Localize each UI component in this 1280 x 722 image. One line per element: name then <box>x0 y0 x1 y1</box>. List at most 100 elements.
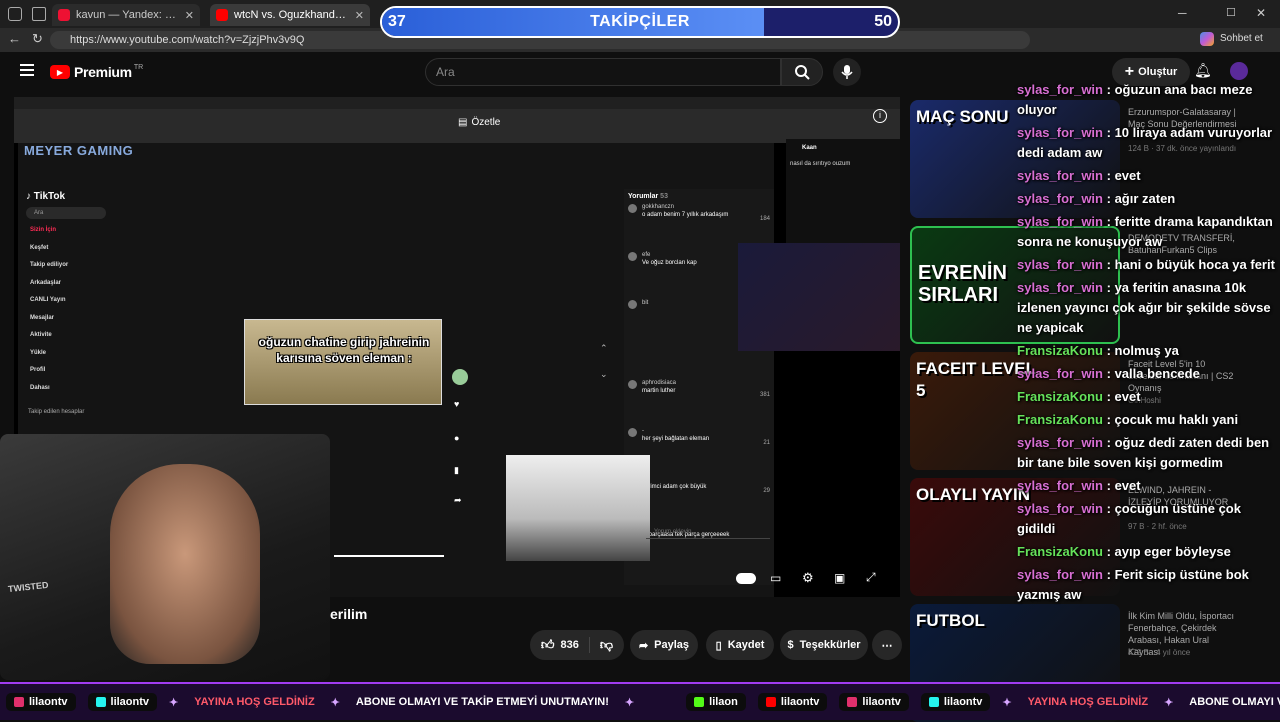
comment-likes[interactable]: 184 <box>760 216 770 222</box>
instagram-icon <box>14 697 24 707</box>
chat-username[interactable]: sylas_for_win <box>1017 214 1103 229</box>
chat-username[interactable]: sylas_for_win <box>1017 478 1103 493</box>
maximize-icon[interactable]: ☐ <box>1226 6 1236 19</box>
dislike-button[interactable]: 👎︎ <box>590 637 613 653</box>
comment-avatar[interactable] <box>628 380 637 389</box>
info-icon[interactable]: i <box>873 109 887 123</box>
more-actions-icon[interactable]: ⋯ <box>872 630 902 660</box>
reload-icon[interactable]: ↻ <box>32 31 43 47</box>
chat-username[interactable]: sylas_for_win <box>1017 567 1103 582</box>
tiktok-nav-item[interactable]: Arkadaşlar <box>30 280 110 298</box>
scroll-up-icon[interactable]: ⌃ <box>600 343 608 354</box>
chat-username[interactable]: sylas_for_win <box>1017 366 1103 381</box>
chat-username[interactable]: sylas_for_win <box>1017 501 1103 516</box>
hamburger-menu-icon[interactable] <box>20 64 34 76</box>
youtube-logo[interactable]: ▶ Premium TR <box>50 64 143 80</box>
ozetle-button[interactable]: ▤ Özetle <box>458 117 500 128</box>
inner-tab-bar <box>14 97 900 109</box>
notifications-bell-icon[interactable]: 🔔︎ <box>1194 62 1212 79</box>
chat-username[interactable]: FransizaKonu <box>1017 389 1103 404</box>
tiktok-nav-item[interactable]: Aktivite <box>30 332 110 350</box>
comment-likes[interactable]: 29 <box>763 488 770 494</box>
chat-username[interactable]: sylas_for_win <box>1017 280 1103 295</box>
like-button[interactable]: 👍︎ 836 <box>541 637 590 653</box>
comment-icon[interactable]: ● <box>454 433 459 443</box>
chat-username[interactable]: sylas_for_win <box>1017 125 1103 140</box>
minimize-icon[interactable]: ─ <box>1178 6 1187 20</box>
tiktok-nav-item[interactable]: Sizin İçin <box>30 227 110 245</box>
save-button[interactable]: ▯ Kaydet <box>706 630 774 660</box>
fullscreen-icon[interactable]: ⤢ <box>866 570 876 585</box>
search-button[interactable] <box>781 58 823 86</box>
inner-address-bar <box>14 109 900 143</box>
tiktok-search[interactable]: Ara <box>26 207 106 219</box>
tiktok-nav-item[interactable]: Profil <box>30 367 110 385</box>
chat-username[interactable]: sylas_for_win <box>1017 82 1103 97</box>
settings-gear-icon[interactable]: ⚙ <box>802 570 814 586</box>
profile-icon[interactable] <box>8 7 22 21</box>
workspaces-icon[interactable] <box>32 7 46 21</box>
chat-username[interactable]: FransizaKonu <box>1017 544 1103 559</box>
comment-user[interactable]: gokkhanczn <box>642 204 774 210</box>
comment-likes[interactable]: 381 <box>760 392 770 398</box>
share-icon[interactable]: ➦ <box>454 495 462 506</box>
comment-input[interactable]: Yorum ekleyin... <box>646 525 770 539</box>
bookmark-icon[interactable]: ▮ <box>454 465 459 476</box>
tiktok-nav-item[interactable]: Mesajlar <box>30 315 110 333</box>
tiktok-nav-item[interactable]: Keşfet <box>30 245 110 263</box>
meyer-gaming-logo: MEYER GAMING <box>24 143 134 158</box>
chat-message: sylas_for_win : evet <box>1017 478 1141 493</box>
close-window-icon[interactable]: ✕ <box>1256 6 1266 20</box>
thanks-button[interactable]: $ Teşekkürler <box>780 630 868 660</box>
chat-username[interactable]: FransizaKonu <box>1017 412 1103 427</box>
chat-username[interactable]: sylas_for_win <box>1017 435 1103 450</box>
tiktok-nav-item[interactable]: Takip ediliyor <box>30 262 110 280</box>
chat-message: sylas_for_win : Ferit sicip üstüne bok y… <box>1017 567 1249 602</box>
back-icon[interactable]: ← <box>8 31 21 46</box>
tiktok-avatar[interactable] <box>452 369 468 385</box>
comment-user[interactable]: - <box>642 476 774 482</box>
microphone-icon <box>841 65 853 79</box>
miniplayer-icon[interactable]: ▣ <box>834 571 845 585</box>
chat-username[interactable]: sylas_for_win <box>1017 168 1103 183</box>
bookmark-icon: ▯ <box>715 639 722 652</box>
tiktok-video-frame[interactable]: oğuzun chatine girip jahreinin karısına … <box>244 319 442 405</box>
tiktok-progress[interactable] <box>334 555 444 557</box>
tiktok-nav-item[interactable]: Dahası <box>30 385 110 403</box>
subtitles-icon[interactable]: ▭ <box>770 571 781 585</box>
chat-text: evet <box>1114 478 1141 493</box>
autoplay-toggle[interactable] <box>736 573 756 584</box>
chat-username[interactable]: FransizaKonu <box>1017 343 1103 358</box>
share-button[interactable]: ➦ Paylaş <box>630 630 698 660</box>
tiktok-logo: ♪ TikTok <box>26 191 66 202</box>
chat-username[interactable]: sylas_for_win <box>1017 257 1103 272</box>
comment-avatar[interactable] <box>628 428 637 437</box>
close-tab-icon[interactable]: ✕ <box>349 9 364 22</box>
comment-avatar[interactable] <box>628 300 637 309</box>
chat-username[interactable]: sylas_for_win <box>1017 191 1103 206</box>
comment-avatar[interactable] <box>628 204 637 213</box>
tiktok-nav-item[interactable]: Yükle <box>30 350 110 368</box>
heart-icon[interactable]: ♥ <box>454 399 459 409</box>
chat-text: evet <box>1114 168 1141 183</box>
chat-message: sylas_for_win : çocuğun üstüne çok gidil… <box>1017 501 1241 536</box>
search-input[interactable]: Ara <box>425 58 781 86</box>
comment-avatar[interactable] <box>628 252 637 261</box>
tiktok-nav-item[interactable]: CANLI Yayın <box>30 297 110 315</box>
sparkle-icon: ✦ <box>330 696 340 709</box>
avatar[interactable] <box>1230 62 1248 80</box>
comment-text: o adam benim 7 yıllık arkadaşım <box>642 212 729 218</box>
tab-youtube-active[interactable]: wtcN vs. Oguzkhand - Jahrein Olarak Feri… <box>210 4 370 26</box>
voice-search-button[interactable] <box>833 58 861 86</box>
comment-user[interactable]: aphrodisiaca <box>642 380 774 386</box>
tab-yandex[interactable]: kavun — Yandex: 58 bin sonuç bulundu ✕ <box>52 4 200 26</box>
comment-user[interactable]: - <box>642 428 774 434</box>
handle-pill: lilaontv <box>757 693 828 711</box>
handle-pill: lilaontv <box>839 693 909 711</box>
scroll-down-icon[interactable]: ⌄ <box>600 369 608 380</box>
copilot-icon[interactable] <box>1200 32 1214 46</box>
comment-likes[interactable]: 21 <box>763 440 770 446</box>
follower-goal-label: TAKİPÇİLER <box>590 13 690 30</box>
close-tab-icon[interactable]: ✕ <box>179 9 194 22</box>
sohbet-button[interactable]: Sohbet et <box>1220 33 1263 44</box>
